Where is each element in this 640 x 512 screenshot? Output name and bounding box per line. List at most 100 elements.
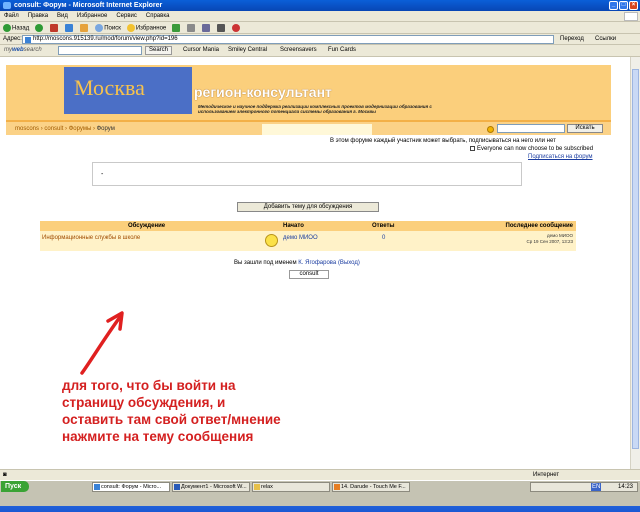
last-post-user[interactable]: демо МИОО bbox=[547, 233, 573, 238]
ie-icon bbox=[3, 2, 11, 9]
breadcrumb: moscons › consult › Форумы › Форум bbox=[15, 126, 115, 132]
task-media-player[interactable]: 14. Darude - Touch Me F... bbox=[332, 482, 410, 492]
header-title: регион-консультант bbox=[194, 84, 332, 100]
task-label: consult: Форум - Micro... bbox=[101, 484, 162, 490]
brand-main: web bbox=[12, 47, 24, 53]
language-indicator[interactable]: EN bbox=[591, 483, 602, 491]
close-button[interactable]: × bbox=[629, 1, 638, 10]
breadcrumb-forums[interactable]: Форумы bbox=[69, 126, 92, 132]
help-icon[interactable] bbox=[487, 126, 494, 133]
login-info: Вы зашли под именем К. Ягофарова (Выход) bbox=[234, 260, 360, 266]
table-row: Информационные службы в школе демо МИОО … bbox=[40, 231, 576, 251]
forum-search-button[interactable]: Искать bbox=[567, 124, 603, 133]
forum-search-input[interactable] bbox=[497, 124, 565, 133]
instruction-annotation: для того, что бы войти на страницу обсуж… bbox=[62, 378, 281, 444]
menu-favorites[interactable]: Избранное bbox=[77, 13, 107, 19]
window-title: consult: Форум - Microsoft Internet Expl… bbox=[14, 2, 163, 9]
forum-intro-box: - bbox=[92, 162, 522, 186]
subscription-note: Everyone can now choose to be subscribed bbox=[470, 146, 593, 152]
mywebsearch-toolbar: mywebsearch Search Cursor Mania Smiley C… bbox=[0, 45, 640, 57]
col-replies: Ответы bbox=[372, 223, 395, 229]
login-user-link[interactable]: К. Ягофарова bbox=[298, 260, 336, 266]
toolbar: Назад Поиск Избранное bbox=[0, 22, 640, 34]
minimize-button[interactable]: _ bbox=[609, 1, 618, 10]
screensavers-link[interactable]: Screensavers bbox=[280, 47, 317, 53]
address-label: Адрес: bbox=[3, 36, 22, 42]
page-icon bbox=[25, 37, 31, 43]
print-button[interactable] bbox=[217, 23, 226, 32]
task-relax[interactable]: relax bbox=[252, 482, 330, 492]
breadcrumb-forum: Форум bbox=[96, 126, 115, 132]
user-avatar bbox=[265, 234, 278, 247]
home-button[interactable] bbox=[80, 23, 89, 32]
breadcrumb-course[interactable]: consult bbox=[44, 126, 63, 132]
stop-button[interactable] bbox=[50, 23, 59, 32]
task-label: relax bbox=[261, 484, 273, 490]
system-tray: EN 14:23 bbox=[530, 482, 638, 492]
mywebsearch-logo: mywebsearch bbox=[4, 47, 42, 53]
mws-search-input[interactable] bbox=[58, 46, 142, 55]
author-link[interactable]: демо МИОО bbox=[283, 235, 318, 241]
window-titlebar[interactable]: consult: Форум - Microsoft Internet Expl… bbox=[0, 0, 640, 11]
mws-search-button[interactable]: Search bbox=[145, 46, 173, 55]
navigation-bar: moscons › consult › Форумы › Форум Искат… bbox=[6, 122, 611, 135]
fun-cards-link[interactable]: Fun Cards bbox=[328, 47, 356, 53]
media-button[interactable] bbox=[172, 23, 181, 32]
window-controls: _ □ × bbox=[609, 1, 638, 10]
smiley-central-link[interactable]: Smiley Central bbox=[228, 47, 267, 53]
task-word-doc[interactable]: Документ1 - Microsoft W... bbox=[172, 482, 250, 492]
refresh-button[interactable] bbox=[65, 23, 74, 32]
address-input[interactable]: http://moscons.915139.ru/mod/forum/view.… bbox=[22, 35, 554, 44]
search-button[interactable]: Поиск bbox=[95, 23, 121, 32]
folder-task-icon bbox=[254, 484, 260, 490]
messenger-button[interactable] bbox=[232, 23, 241, 32]
logout-link[interactable]: (Выход) bbox=[338, 260, 360, 266]
go-button[interactable]: Переход bbox=[560, 36, 584, 42]
last-post-date[interactable]: Ср 19 Сен 2007, 13:23 bbox=[526, 239, 573, 244]
task-ie-forum[interactable]: consult: Форум - Micro... bbox=[92, 482, 170, 492]
maximize-button[interactable]: □ bbox=[619, 1, 628, 10]
magnifier-icon bbox=[95, 23, 104, 32]
add-topic-button[interactable]: Добавить тему для обсуждения bbox=[237, 202, 379, 212]
clock[interactable]: 14:23 bbox=[618, 483, 633, 491]
topic-link[interactable]: Информационные службы в школе bbox=[42, 235, 140, 241]
cursor-mania-link[interactable]: Cursor Mania bbox=[183, 47, 219, 53]
login-prefix: Вы зашли под именем bbox=[234, 260, 297, 266]
star-icon bbox=[126, 23, 135, 32]
course-button[interactable]: consult bbox=[289, 270, 329, 279]
menu-edit[interactable]: Правка bbox=[28, 13, 48, 19]
favorites-label: Избранное bbox=[135, 25, 167, 32]
status-zone: Интернет bbox=[533, 472, 560, 478]
discussion-table: Обсуждение Начато Ответы Последнее сообщ… bbox=[40, 221, 576, 251]
table-header: Обсуждение Начато Ответы Последнее сообщ… bbox=[40, 221, 576, 231]
replies-count[interactable]: 0 bbox=[382, 235, 385, 241]
scrollbar-thumb[interactable] bbox=[632, 69, 639, 449]
page-content: Москва регион-консультант Методическое и… bbox=[0, 57, 630, 469]
forum-intro-text: - bbox=[101, 171, 104, 178]
start-button[interactable]: Пуск bbox=[1, 481, 29, 492]
favorites-button[interactable]: Избранное bbox=[126, 23, 167, 32]
back-arrow-icon bbox=[3, 23, 11, 32]
menu-tools[interactable]: Сервис bbox=[116, 13, 137, 19]
menu-file[interactable]: Файл bbox=[4, 13, 19, 19]
status-bar: ◙ Интернет bbox=[0, 469, 640, 480]
menu-view[interactable]: Вид bbox=[57, 13, 68, 19]
col-last-post: Последнее сообщение bbox=[505, 223, 574, 229]
red-arrow-icon bbox=[80, 311, 124, 375]
history-button[interactable] bbox=[187, 23, 196, 32]
vertical-scrollbar[interactable] bbox=[630, 57, 640, 469]
search-label: Поиск bbox=[104, 25, 121, 32]
col-started: Начато bbox=[283, 223, 304, 229]
col-discussion: Обсуждение bbox=[128, 223, 166, 229]
forward-button[interactable] bbox=[35, 23, 44, 32]
menubar: Файл Правка Вид Избранное Сервис Справка bbox=[0, 11, 640, 22]
menu-help[interactable]: Справка bbox=[146, 13, 170, 19]
address-url: http://moscons.915139.ru/mod/forum/view.… bbox=[33, 36, 178, 42]
breadcrumb-home[interactable]: moscons bbox=[15, 126, 39, 132]
ie-task-icon bbox=[94, 484, 100, 490]
links-button[interactable]: Ссылки bbox=[595, 36, 616, 42]
back-button[interactable]: Назад bbox=[3, 23, 29, 32]
mail-button[interactable] bbox=[202, 23, 211, 32]
task-label: 14. Darude - Touch Me F... bbox=[341, 484, 406, 490]
subscribe-link[interactable]: Подписаться на форум bbox=[528, 154, 593, 160]
